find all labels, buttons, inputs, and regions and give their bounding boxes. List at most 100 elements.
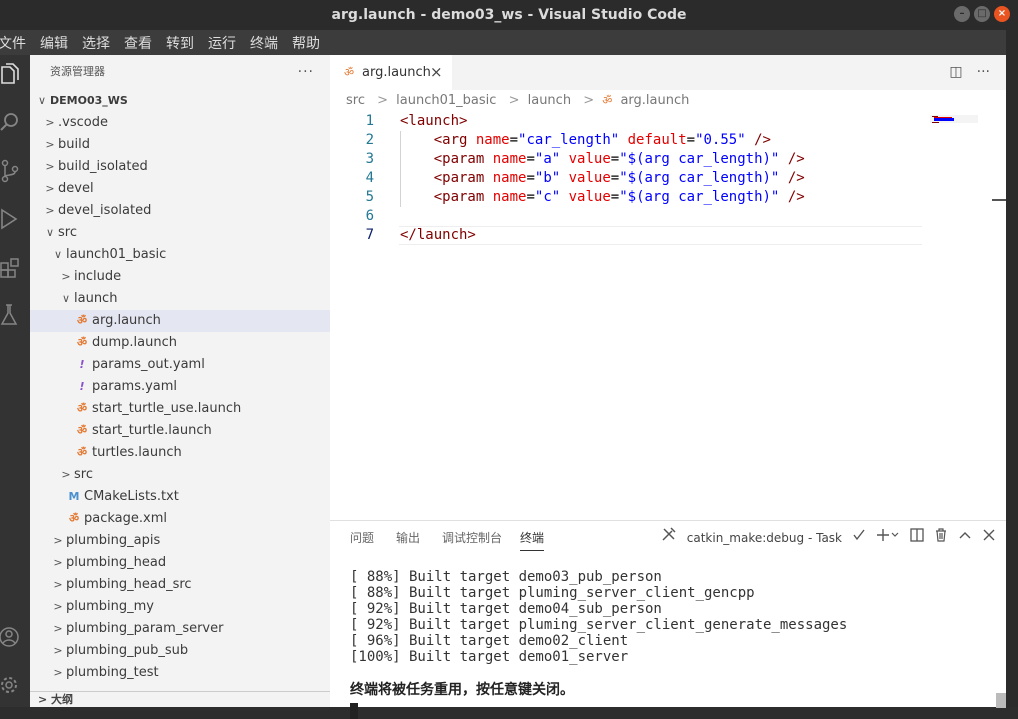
- folder-build-isolated[interactable]: > build_isolated: [30, 156, 330, 178]
- minimap[interactable]: [930, 115, 978, 123]
- tree-item-label: plumbing_pub_sub: [66, 643, 189, 658]
- split-editor-icon[interactable]: ◫: [949, 55, 962, 90]
- file-params-yaml[interactable]: ! params.yaml: [30, 376, 330, 398]
- folder-src[interactable]: ∨ src: [30, 222, 330, 244]
- tree-item-label: build_isolated: [58, 159, 148, 174]
- tab-arg-launch[interactable]: ॐ arg.launch ×: [330, 55, 452, 90]
- terminal-scrollbar[interactable]: [996, 693, 1006, 708]
- code-token: />: [754, 132, 771, 148]
- folder-plumbing-apis[interactable]: > plumbing_apis: [30, 530, 330, 552]
- trash-icon[interactable]: [934, 521, 948, 555]
- folder-plumbing-test[interactable]: > plumbing_test: [30, 662, 330, 684]
- explorer-header: 资源管理器 ···: [30, 55, 330, 89]
- menu-run[interactable]: 运行: [201, 33, 243, 53]
- terminal-line: [100%] Built target demo01_server: [350, 649, 629, 665]
- menu-edit[interactable]: 编辑: [33, 33, 75, 53]
- terminal-output[interactable]: [ 88%] Built target demo03_pub_person [ …: [350, 569, 847, 719]
- close-window-button[interactable]: ×: [994, 6, 1010, 22]
- run-debug-icon[interactable]: [0, 207, 30, 237]
- folder-plumbing-pub-sub[interactable]: > plumbing_pub_sub: [30, 640, 330, 662]
- menu-view[interactable]: 查看: [117, 33, 159, 53]
- tree-item-label: .vscode: [58, 115, 108, 130]
- chevron-up-icon[interactable]: [958, 521, 972, 555]
- file-cmakelists[interactable]: M CMakeLists.txt: [30, 486, 330, 508]
- folder-plumbing-my[interactable]: > plumbing_my: [30, 596, 330, 618]
- breadcrumb-item[interactable]: arg.launch: [620, 93, 689, 108]
- menu-go[interactable]: 转到: [159, 33, 201, 53]
- settings-gear-icon[interactable]: [0, 673, 30, 703]
- folder-plumbing-head-src[interactable]: > plumbing_head_src: [30, 574, 330, 596]
- rss-file-icon: ॐ: [344, 66, 355, 79]
- file-start-turtle-use-launch[interactable]: ॐ start_turtle_use.launch: [30, 398, 330, 420]
- file-turtles-launch[interactable]: ॐ turtles.launch: [30, 442, 330, 464]
- code-token: />: [787, 170, 805, 186]
- explorer-more-button[interactable]: ···: [298, 55, 314, 89]
- search-icon[interactable]: [0, 111, 30, 141]
- menu-selection[interactable]: 选择: [75, 33, 117, 53]
- code-line: <param name="a" value="$(arg car_length)…: [433, 151, 805, 167]
- tree-item-label: CMakeLists.txt: [84, 489, 179, 504]
- line-number: 1: [365, 113, 374, 129]
- folder-plumbing-head[interactable]: > plumbing_head: [30, 552, 330, 574]
- testing-icon[interactable]: [0, 303, 30, 333]
- chevron-down-icon: ∨: [45, 226, 55, 239]
- file-arg-launch[interactable]: ॐ arg.launch: [30, 310, 330, 332]
- code-line: <launch>: [400, 112, 467, 131]
- file-params-out-yaml[interactable]: ! params_out.yaml: [30, 354, 330, 376]
- tab-terminal[interactable]: 终端: [520, 521, 545, 555]
- code-token: <param: [433, 151, 485, 167]
- folder-plumbing-param-server[interactable]: > plumbing_param_server: [30, 618, 330, 640]
- window-title: arg.launch - demo03_ws - Visual Studio C…: [331, 7, 687, 23]
- tree-root-demo03-ws[interactable]: ∨ DEMO03_WS: [30, 90, 330, 112]
- terminal-line: [ 88%] Built target demo03_pub_person: [350, 569, 662, 585]
- outline-section-header[interactable]: > 大纲: [30, 691, 330, 707]
- close-tab-icon[interactable]: ×: [430, 55, 443, 90]
- minimize-button[interactable]: –: [954, 6, 970, 22]
- tree-item-label: turtles.launch: [92, 445, 182, 460]
- editor-scrollbar[interactable]: [992, 199, 1006, 201]
- tree-item-label: start_turtle_use.launch: [92, 401, 242, 416]
- file-dump-launch[interactable]: ॐ dump.launch: [30, 332, 330, 354]
- folder-vscode[interactable]: > .vscode: [30, 112, 330, 134]
- explorer-icon[interactable]: [0, 63, 30, 93]
- tree-item-label: devel_isolated: [58, 203, 152, 218]
- terminal-line: [ 92%] Built target demo04_sub_person: [350, 601, 662, 617]
- source-control-icon[interactable]: [0, 159, 30, 189]
- breadcrumb-item[interactable]: launch01_basic: [396, 93, 496, 108]
- extensions-icon[interactable]: [0, 255, 30, 285]
- folder-launch01-basic[interactable]: ∨ launch01_basic: [30, 244, 330, 266]
- tree-item-label: params_out.yaml: [92, 357, 205, 372]
- menu-help[interactable]: 帮助: [285, 33, 327, 53]
- folder-devel-isolated[interactable]: > devel_isolated: [30, 200, 330, 222]
- tab-problems[interactable]: 问题: [350, 521, 374, 555]
- tree-item-label: params.yaml: [92, 379, 178, 394]
- tab-debug-console[interactable]: 调试控制台: [442, 521, 502, 555]
- terminal-cursor: [350, 703, 358, 719]
- account-icon[interactable]: [0, 625, 30, 655]
- breadcrumb-item[interactable]: launch: [528, 93, 571, 108]
- breadcrumb-item[interactable]: src: [346, 93, 365, 108]
- code-token: </launch>: [400, 227, 476, 243]
- split-terminal-icon[interactable]: [910, 521, 924, 555]
- check-icon[interactable]: [852, 521, 866, 555]
- tab-output[interactable]: 输出: [396, 521, 420, 555]
- editor-more-button[interactable]: ···: [977, 55, 990, 90]
- close-panel-icon[interactable]: [982, 521, 996, 555]
- folder-devel[interactable]: > devel: [30, 178, 330, 200]
- menu-file[interactable]: 文件: [0, 33, 33, 53]
- add-terminal-icon[interactable]: [876, 521, 900, 555]
- file-start-turtle-launch[interactable]: ॐ start_turtle.launch: [30, 420, 330, 442]
- line-number: 6: [365, 208, 374, 224]
- folder-include[interactable]: > include: [30, 266, 330, 288]
- folder-build[interactable]: > build: [30, 134, 330, 156]
- folder-launch[interactable]: ∨ launch: [30, 288, 330, 310]
- maximize-button[interactable]: □: [974, 6, 990, 22]
- code-token: "0.55": [695, 132, 746, 148]
- file-package-xml[interactable]: ॐ package.xml: [30, 508, 330, 530]
- code-token: />: [787, 189, 805, 205]
- folder-src-inner[interactable]: > src: [30, 464, 330, 486]
- menu-terminal[interactable]: 终端: [243, 33, 285, 53]
- rss-file-icon: ॐ: [76, 446, 88, 459]
- terminal-task-select[interactable]: catkin_make:debug - Task: [687, 521, 842, 555]
- code-token: value: [568, 170, 611, 186]
